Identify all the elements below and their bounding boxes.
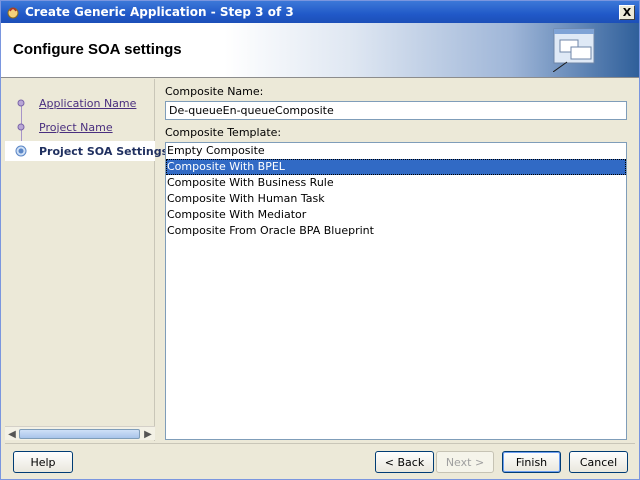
- nav-link-project-name[interactable]: Project Name: [39, 121, 113, 134]
- cancel-button[interactable]: Cancel: [569, 451, 628, 473]
- composite-template-label: Composite Template:: [165, 126, 282, 139]
- nav-item-application-name[interactable]: Application Name: [5, 93, 155, 113]
- wizard-step-nav: Application Name Project Name Project SO…: [5, 79, 168, 441]
- nav-item-project-name[interactable]: Project Name: [5, 117, 155, 137]
- step-current-icon: [15, 145, 27, 157]
- footer-divider: [5, 443, 635, 444]
- window-title: Create Generic Application - Step 3 of 3: [25, 5, 294, 19]
- next-button[interactable]: Next >: [436, 451, 494, 473]
- app-icon: [5, 4, 21, 20]
- list-item[interactable]: Composite With Business Rule: [166, 175, 626, 191]
- nav-link-application-name[interactable]: Application Name: [39, 97, 136, 110]
- nav-item-project-soa-settings[interactable]: Project SOA Settings: [5, 141, 168, 161]
- dialog-window: Create Generic Application - Step 3 of 3…: [0, 0, 640, 480]
- scroll-right-icon[interactable]: ▶: [141, 427, 155, 441]
- finish-button[interactable]: Finish: [502, 451, 561, 473]
- scroll-thumb[interactable]: [19, 429, 140, 439]
- step-done-icon: [15, 121, 27, 133]
- list-item-selected[interactable]: Composite With BPEL: [166, 159, 626, 175]
- help-button[interactable]: Help: [13, 451, 73, 473]
- composite-name-label: Composite Name:: [165, 85, 264, 98]
- list-item[interactable]: Empty Composite: [166, 143, 626, 159]
- page-title: Configure SOA settings: [13, 41, 182, 58]
- scroll-left-icon[interactable]: ◀: [5, 427, 19, 441]
- list-item[interactable]: Composite With Mediator: [166, 207, 626, 223]
- composite-name-input[interactable]: De-queueEn-queueComposite: [165, 101, 627, 120]
- nav-current-step-label: Project SOA Settings: [39, 144, 169, 158]
- header-banner: Configure SOA settings: [1, 23, 639, 78]
- close-button[interactable]: X: [619, 4, 635, 20]
- composite-template-list[interactable]: Empty Composite Composite With BPEL Comp…: [165, 142, 627, 440]
- list-item[interactable]: Composite With Human Task: [166, 191, 626, 207]
- title-bar[interactable]: Create Generic Application - Step 3 of 3…: [1, 1, 639, 23]
- nav-horizontal-scrollbar[interactable]: ◀ ▶: [5, 426, 155, 440]
- list-item[interactable]: Composite From Oracle BPA Blueprint: [166, 223, 626, 239]
- step-done-icon: [15, 97, 27, 109]
- back-button[interactable]: < Back: [375, 451, 434, 473]
- windows-illustration-icon: [552, 28, 601, 75]
